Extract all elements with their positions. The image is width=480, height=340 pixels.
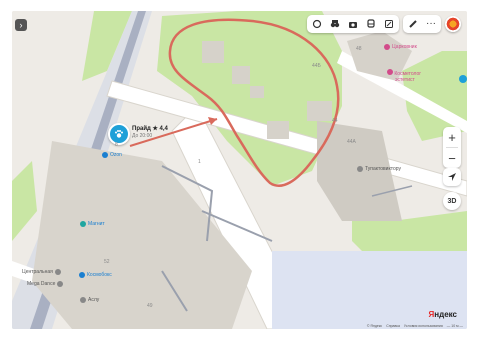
poi-mega-dance[interactable]: Mega Dance — [27, 281, 64, 287]
dance-icon — [57, 281, 64, 287]
ozon-icon — [102, 152, 108, 158]
shop-icon — [384, 44, 390, 50]
poi-tupperware[interactable]: Тупактовиктору — [357, 166, 401, 172]
poi-cosmetology[interactable]: Косметолог эстетист — [387, 69, 421, 83]
paw-icon — [115, 130, 123, 138]
help-link[interactable]: Справка — [386, 324, 400, 328]
zoom-control: + − — [443, 127, 461, 168]
poi-kosmobox-label: Космобокс — [87, 272, 112, 278]
building-number: 52 — [104, 259, 110, 265]
place-name: Прайд — [132, 126, 151, 132]
logo-rest: ндекс — [434, 310, 457, 319]
poi-mega-dance-label: Mega Dance — [27, 281, 56, 287]
binoculars-icon — [330, 20, 340, 28]
map-toolbar: ··· — [307, 15, 461, 33]
beauty-icon — [387, 69, 393, 75]
my-location-button[interactable] — [443, 168, 461, 186]
building-number: 1 — [198, 159, 201, 165]
building-number: 48 — [356, 46, 362, 52]
building-number: 44 — [332, 118, 338, 124]
poi-tsarkovnik-label: Царковник — [392, 44, 417, 50]
kosmobox-icon — [79, 272, 85, 278]
more-icon: ··· — [426, 18, 436, 29]
route-icon — [385, 20, 393, 28]
poi-magnit-label: Магнит — [88, 221, 105, 227]
panorama-button[interactable] — [327, 15, 343, 33]
bus-icon — [367, 19, 375, 28]
poi-central-label: Центральная — [22, 269, 53, 275]
place-hours: До 20:00 — [132, 133, 153, 139]
transport-button[interactable] — [363, 15, 379, 33]
poi-ozon[interactable]: Ozon — [102, 152, 122, 158]
chevron-right-icon: › — [19, 20, 23, 30]
layers-button[interactable] — [309, 15, 325, 33]
building-number: 44А — [347, 139, 356, 145]
building-number: 8 — [115, 142, 118, 148]
terms-link[interactable]: Условия использования — [404, 324, 443, 328]
building-number: 44Б — [312, 63, 321, 69]
map-footer: © Яндекс Справка Условия использования —… — [367, 324, 463, 328]
place-label[interactable]: Прайд ★ 4,4 До 20:00 — [132, 125, 168, 139]
place-rating: ★ 4,4 — [152, 126, 168, 132]
side-panel-toggle-button[interactable]: › — [15, 19, 27, 31]
camera-button[interactable] — [345, 15, 361, 33]
scale-bar: — 10 м — — [446, 324, 463, 328]
poi-tsarkovnik[interactable]: Царковник — [384, 44, 417, 50]
shop-icon — [80, 297, 86, 303]
poi-edge-marker[interactable] — [459, 75, 467, 83]
3d-toggle-button[interactable]: 3D — [443, 192, 461, 210]
ruler-button[interactable] — [405, 15, 421, 33]
more-button[interactable]: ··· — [423, 15, 439, 33]
poi-aclu[interactable]: Аслу — [80, 297, 99, 303]
shop-icon — [357, 166, 363, 172]
poi-ozon-label: Ozon — [110, 152, 122, 158]
toolbar-layers-group — [307, 15, 399, 33]
poi-central[interactable]: Центральная — [22, 269, 61, 275]
layers-icon — [312, 19, 322, 29]
magnit-icon — [80, 221, 86, 227]
place-marker-pride[interactable] — [108, 123, 130, 145]
copyright-text: © Яндекс — [366, 324, 383, 328]
zoom-out-button[interactable]: − — [443, 148, 461, 168]
toolbar-tools-group: ··· — [403, 15, 441, 33]
poi-cosmetology-label-2: эстетист — [395, 77, 415, 83]
zoom-in-button[interactable]: + — [443, 127, 461, 147]
shop-icon — [54, 269, 61, 275]
profile-avatar[interactable] — [445, 16, 461, 32]
building-number: 49 — [147, 303, 153, 309]
poi-tupperware-label: Тупактовиктору — [365, 166, 401, 172]
poi-kosmobox[interactable]: Космобокс — [79, 272, 112, 278]
map-view[interactable]: › ··· + − 3D Прайд ★ 4,4 До 20:00 Ozon М… — [12, 11, 467, 329]
camera-icon — [349, 22, 357, 28]
route-button[interactable] — [381, 15, 397, 33]
ruler-icon — [409, 20, 417, 28]
location-arrow-icon — [448, 173, 456, 181]
yandex-logo: Яндекс — [429, 310, 457, 319]
poi-magnit[interactable]: Магнит — [80, 221, 105, 227]
poi-aclu-label: Аслу — [88, 297, 100, 303]
